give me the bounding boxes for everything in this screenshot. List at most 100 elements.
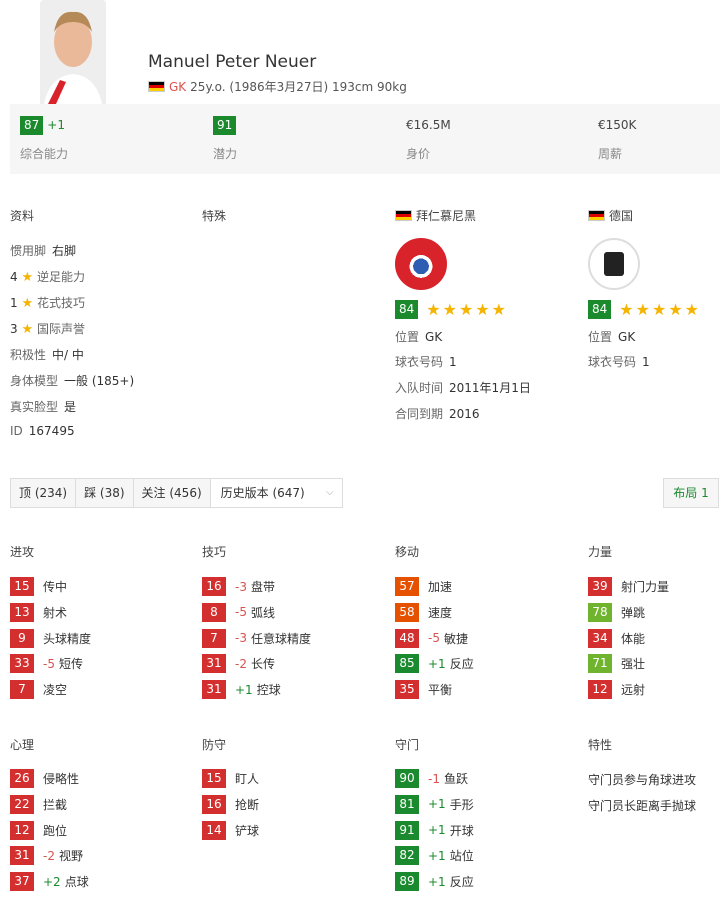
goalkeeping-attribute-row: 90 -1 鱼跃: [395, 769, 468, 788]
player-meta: GK 25y.o. (1986年3月27日) 193cm 90kg: [148, 78, 407, 95]
club-rating: 84 ★★★★★: [395, 300, 508, 319]
mentality-attribute-row: 31 -2 视野: [10, 846, 83, 866]
overall-rating: 87 +1 综合能力: [20, 116, 68, 161]
attribute-label: 任意球精度: [250, 631, 311, 646]
player-photo: [40, 0, 106, 104]
attribute-value: 9: [10, 628, 34, 648]
attribute-label: 传中: [43, 580, 68, 594]
attribute-change: -2: [235, 656, 247, 671]
attribute-change: +1: [428, 874, 446, 889]
attribute-label: 射门力量: [621, 580, 670, 594]
star-icon: ★: [21, 270, 34, 285]
attribute-label: 射术: [43, 605, 68, 620]
value-amount: €16.5M: [406, 118, 451, 132]
attribute-value: 71: [588, 654, 612, 674]
attribute-label: 加速: [428, 580, 453, 594]
attribute-label: 铲球: [235, 823, 260, 838]
history-version-select[interactable]: 历史版本 (647) ⌵: [210, 479, 342, 507]
attribute-label: 弧线: [250, 605, 275, 620]
national-rating: 84 ★★★★★: [588, 300, 701, 319]
attribute-value: 26: [10, 769, 34, 788]
goalkeeping-attribute-row: 81 +1 手形: [395, 794, 474, 814]
attribute-label: 开球: [449, 823, 474, 838]
attribute-change: -5: [428, 631, 440, 646]
attribute-value: 91: [395, 820, 419, 840]
weak-foot: 4 ★ 逆足能力: [10, 270, 85, 285]
national-header[interactable]: 德国: [588, 207, 633, 224]
attribute-value: 31: [202, 654, 226, 674]
trait-item: 守门员长距离手抛球: [588, 799, 697, 813]
power-title: 力量: [588, 545, 613, 559]
skill-attribute-row: 8 -5 弧线: [202, 602, 275, 622]
attribute-value: 12: [588, 680, 612, 700]
attribute-label: 控球: [256, 683, 281, 698]
national-name[interactable]: 德国: [609, 207, 633, 224]
attribute-label: 点球: [64, 875, 89, 890]
wage-amount: €150K: [598, 118, 637, 132]
attribute-value: 58: [395, 602, 419, 622]
attribute-value: 34: [588, 628, 612, 648]
overall-badge: 87: [20, 116, 44, 135]
attribute-value: 31: [10, 846, 34, 866]
national-team-logo[interactable]: [588, 238, 640, 290]
power-attribute-row: 34 体能: [588, 628, 646, 648]
follow-button[interactable]: 关注 (456): [134, 479, 211, 507]
layout-button[interactable]: 布局 1: [663, 478, 719, 508]
player-info: 25y.o. (1986年3月27日) 193cm 90kg: [190, 80, 407, 94]
trait-item: 守门员参与角球进攻: [588, 773, 697, 787]
attribute-change: -3: [235, 631, 247, 646]
skill-title: 技巧: [202, 545, 227, 559]
national-number: 球衣号码 1: [588, 355, 650, 369]
skill-attribute-row: 7 -3 任意球精度: [202, 628, 311, 648]
goalkeeping-attribute-row: 89 +1 反应: [395, 872, 474, 892]
germany-flag-icon: [395, 210, 412, 221]
attribute-label: 头球精度: [43, 631, 92, 646]
defending-attribute-row: 14 铲球: [202, 820, 260, 840]
attribute-value: 85: [395, 654, 419, 674]
potential-rating: 91 潜力: [213, 116, 237, 161]
movement-attribute-row: 35 平衡: [395, 680, 453, 700]
attribute-label: 跑位: [43, 823, 68, 838]
mentality-title: 心理: [10, 738, 35, 752]
player-position[interactable]: GK: [169, 80, 186, 94]
club-header[interactable]: 拜仁慕尼黑: [395, 207, 476, 224]
power-attribute-row: 12 远射: [588, 680, 645, 700]
skill-attribute-row: 31 -2 长传: [202, 654, 275, 674]
attribute-label: 盘带: [250, 580, 275, 594]
attacking-attribute-row: 33 -5 短传: [10, 654, 83, 674]
action-toolbar: 顶 (234) 踩 (38) 关注 (456) 历史版本 (647) ⌵: [10, 478, 343, 508]
club-number: 球衣号码 1: [395, 355, 457, 369]
attribute-label: 抢断: [235, 797, 260, 812]
chevron-down-icon: ⌵: [326, 487, 334, 498]
movement-attribute-row: 57 加速: [395, 577, 452, 596]
attribute-value: 90: [395, 769, 419, 788]
club-contract: 合同到期 2016: [395, 407, 480, 421]
attribute-value: 48: [395, 628, 419, 648]
attribute-label: 站位: [449, 849, 474, 864]
attribute-label: 体能: [621, 631, 646, 646]
club-name[interactable]: 拜仁慕尼黑: [416, 207, 476, 224]
attribute-label: 平衡: [428, 683, 453, 698]
skill-moves: 1 ★ 花式技巧: [10, 296, 85, 311]
attribute-label: 反应: [449, 657, 474, 672]
goalkeeping-attribute-row: 91 +1 开球: [395, 820, 474, 840]
overall-change: +1: [47, 118, 65, 132]
upvote-button[interactable]: 顶 (234): [11, 479, 77, 507]
attacking-attribute-row: 7 凌空: [10, 680, 67, 700]
attribute-value: 7: [202, 628, 226, 648]
attribute-value: 33: [10, 654, 34, 674]
power-attribute-row: 39 射门力量: [588, 577, 669, 596]
club-rating-badge: 84: [395, 300, 419, 319]
attribute-value: 35: [395, 680, 419, 700]
mentality-attribute-row: 22 拦截: [10, 794, 67, 814]
attribute-label: 盯人: [235, 772, 260, 786]
goalkeeping-title: 守门: [395, 738, 420, 752]
germany-flag-icon: [148, 81, 165, 92]
movement-attribute-row: 48 -5 敏捷: [395, 628, 468, 648]
club-logo[interactable]: [395, 238, 447, 290]
attribute-change: -5: [43, 656, 55, 671]
overall-label: 综合能力: [20, 147, 69, 161]
attribute-label: 强壮: [621, 657, 646, 672]
wage-label: 周薪: [598, 147, 623, 161]
downvote-button[interactable]: 踩 (38): [76, 479, 134, 507]
